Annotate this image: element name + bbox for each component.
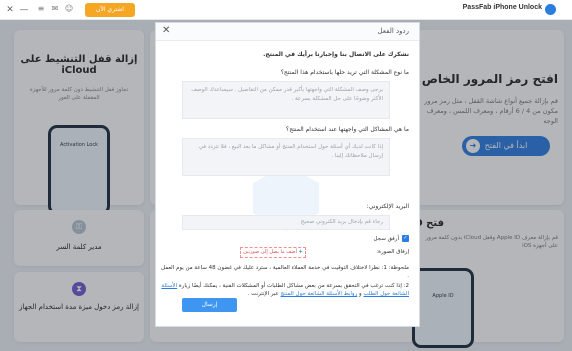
app-logo-icon <box>545 4 556 15</box>
note-2-and: و <box>359 291 362 297</box>
note-2: 2: إذا كنت ترغب في التحقق بسرعة من بعض م… <box>161 282 409 298</box>
title-bar: ✕ — ≡ ✉ ☺ اشتري الآن PassFab iPhone Unlo… <box>0 0 572 20</box>
close-icon[interactable]: ✕ <box>162 25 170 36</box>
note-2-suffix: عبر الإنترنت . <box>247 291 279 297</box>
add-image-button[interactable]: + أضف ما يصل إلى صورتين <box>240 247 306 258</box>
menu-icon[interactable]: ≡ <box>36 4 46 14</box>
problem-description-textarea[interactable]: يرجى وصف المشكلة التي واجهتها بأكبر قدر … <box>182 81 390 119</box>
product-faq-link[interactable]: روابط الأسئلة الشائعة حول المنتج <box>281 291 358 297</box>
issues-textarea[interactable]: إذا كانت لديك أي أسئلة حول استخدام المنت… <box>182 138 390 176</box>
email-label: البريد الإلكتروني: <box>366 203 409 210</box>
minimize-window-button[interactable]: — <box>18 4 30 16</box>
question-1-label: ما نوع المشكلة التي تريد حلها باستخدام ه… <box>280 69 409 76</box>
note-1: ملحوظة: 1: نظرا لاختلاف التوقيت في خدمة … <box>161 265 409 279</box>
attach-log-row[interactable]: ✓أرفق سجل <box>374 235 409 242</box>
attach-log-label: أرفق سجل <box>373 236 399 242</box>
attach-image-label: إرفاق الصورة: <box>376 249 409 255</box>
intro-text: نشكرك على الاتصال بنا وإخبارنا برأيك في … <box>263 51 409 58</box>
question-2-label: ما هي المشاكل التي واجهتها عند استخدام ا… <box>286 126 409 133</box>
user-icon[interactable]: ☺ <box>64 4 74 14</box>
buy-now-button[interactable]: اشتري الآن <box>85 3 135 17</box>
email-input[interactable]: رجاء قم بإدخال بريد الكتروني صحيح <box>182 215 390 230</box>
app-title: PassFab iPhone Unlock <box>462 4 542 11</box>
dialog-title: ردود الفعل <box>377 27 409 35</box>
send-button[interactable]: إرسال <box>182 298 237 312</box>
plus-icon: + <box>298 249 303 255</box>
add-image-label: أضف ما يصل إلى صورتين <box>243 249 298 255</box>
attach-log-checkbox[interactable]: ✓ <box>402 235 409 242</box>
dialog-header: ✕ ردود الفعل <box>156 23 419 41</box>
feedback-dialog: ✕ ردود الفعل نشكرك على الاتصال بنا وإخبا… <box>155 22 420 327</box>
note-2-text: 2: إذا كنت ترغب في التحقق بسرعة من بعض م… <box>178 283 409 289</box>
feedback-icon[interactable]: ✉ <box>50 4 60 14</box>
close-window-button[interactable]: ✕ <box>4 4 16 16</box>
